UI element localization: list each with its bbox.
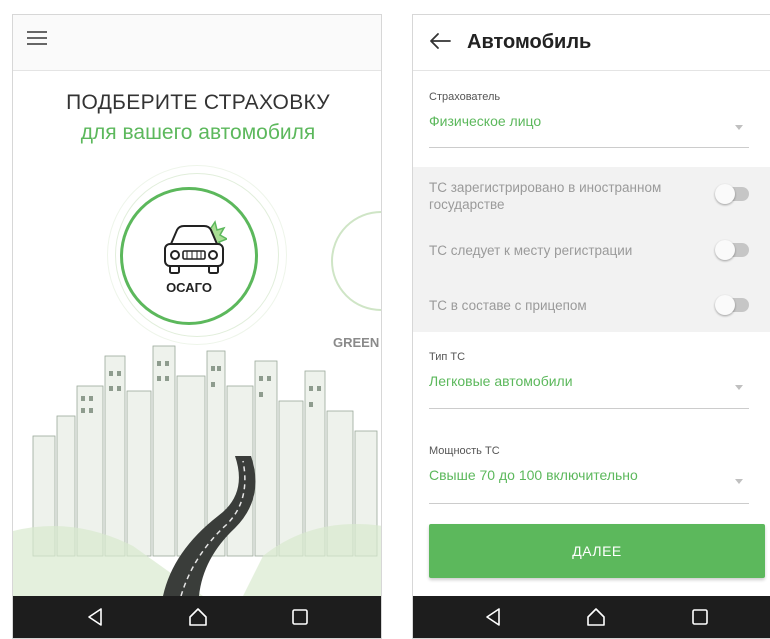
vehicle-type-value: Легковые автомобили: [429, 373, 573, 389]
city-illustration: [13, 345, 381, 596]
field-underline: [429, 503, 749, 504]
toggle-row-foreign-reg[interactable]: ТС зарегистрировано в иностранном госуда…: [429, 179, 769, 213]
to-registration-switch[interactable]: [715, 240, 749, 260]
page-title: ПОДБЕРИТЕ СТРАХОВКУ: [66, 91, 330, 114]
osago-label: ОСАГО: [166, 280, 212, 295]
toggle-label: ТС зарегистрировано в иностранном госуда…: [429, 180, 662, 212]
nav-home-icon[interactable]: [585, 606, 607, 628]
vehicle-type-dropdown[interactable]: Тип ТС Легковые автомобили: [429, 351, 749, 409]
menu-icon[interactable]: [27, 31, 47, 45]
nav-recents-icon[interactable]: [689, 606, 711, 628]
power-value: Свыше 70 до 100 включительно: [429, 467, 638, 483]
green-card-label: GREEN: [333, 335, 380, 350]
toggle-section: ТС зарегистрировано в иностранном госуда…: [413, 167, 770, 332]
insurer-dropdown[interactable]: Страхователь Физическое лицо: [429, 91, 749, 148]
power-label: Мощность ТС: [429, 445, 500, 457]
osago-product-button[interactable]: ОСАГО: [120, 187, 258, 325]
next-button[interactable]: ДАЛЕЕ: [429, 524, 765, 578]
chevron-down-icon: [735, 125, 743, 130]
page-subtitle: для вашего автомобиля: [80, 121, 316, 144]
field-underline: [429, 147, 749, 148]
trailer-switch[interactable]: [715, 295, 749, 315]
field-underline: [429, 408, 749, 409]
nav-back-icon[interactable]: [85, 606, 107, 628]
power-dropdown[interactable]: Мощность ТС Свыше 70 до 100 включительно: [429, 445, 749, 504]
green-card-product-button[interactable]: [331, 211, 381, 311]
insurer-label: Страхователь: [429, 91, 501, 103]
screen-title: Автомобиль: [467, 31, 592, 53]
toggle-row-trailer[interactable]: ТС в составе с прицепом: [429, 295, 769, 315]
nav-recents-icon[interactable]: [289, 606, 311, 628]
nav-back-icon[interactable]: [483, 606, 505, 628]
car-icon: [164, 220, 227, 274]
left-screen: ПОДБЕРИТЕ СТРАХОВКУ для вашего автомобил…: [12, 14, 382, 639]
vehicle-type-label: Тип ТС: [429, 351, 466, 363]
chevron-down-icon: [735, 385, 743, 390]
nav-home-icon[interactable]: [187, 606, 209, 628]
toggle-row-to-registration[interactable]: ТС следует к месту регистрации: [429, 240, 769, 260]
android-nav-bar: [413, 596, 770, 638]
right-screen: Автомобиль Страхователь Физическое лицо …: [412, 14, 770, 639]
insurer-value: Физическое лицо: [429, 113, 542, 129]
chevron-down-icon: [735, 479, 743, 484]
top-app-bar: [13, 15, 381, 71]
top-app-bar: Автомобиль: [413, 15, 770, 71]
android-nav-bar: [13, 596, 381, 638]
back-arrow-icon[interactable]: [429, 32, 451, 50]
foreign-registration-switch[interactable]: [715, 184, 749, 204]
